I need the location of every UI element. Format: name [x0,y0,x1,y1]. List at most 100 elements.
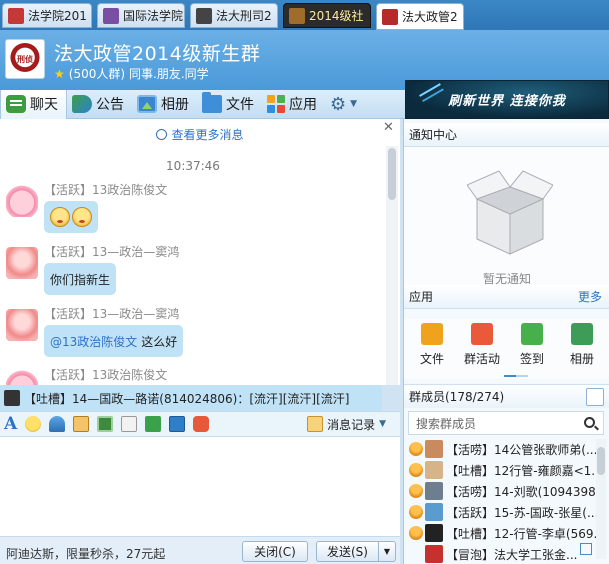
message-history-button[interactable]: 消息记录 ▼ [307,416,386,433]
avatar[interactable] [6,309,38,341]
avatar[interactable] [6,247,38,279]
members-scrollbar[interactable] [596,439,606,559]
gear-icon: ⚙ [330,93,347,115]
font-icon[interactable]: A [4,415,17,433]
group-name[interactable]: 法大政管2014级新生群 [54,39,260,66]
tab-album[interactable]: 相册 [132,90,197,119]
admin-icon [409,463,423,477]
screenshot-icon[interactable] [169,416,186,432]
group-info: ★ (500人群) 同事.朋友.同学 [54,65,209,82]
sender-name[interactable]: 【活跃】13政治陈俊文 [44,366,167,383]
input-toolbar: A 消息记录 ▼ [0,411,400,437]
ad-banner[interactable]: 刷新世界 连接你我 [405,80,609,119]
gift-icon[interactable] [193,416,210,432]
chat-icon [6,95,26,113]
tab-notice[interactable]: 公告 [67,90,132,119]
member-item[interactable]: 【冒泡】法大学工张金... [409,544,599,564]
doodle-icon[interactable] [73,416,90,432]
sender-name[interactable]: 【活跃】13—政治—窦鸿 [44,243,179,260]
apps-header: 应用 更多 [404,285,609,309]
flag-icon [471,323,493,345]
chat-scrollbar[interactable] [386,146,398,385]
scrollbar-thumb[interactable] [388,148,396,200]
admin-icon [409,442,423,456]
avatar[interactable] [6,370,38,385]
tab-law-school[interactable]: 法学院201 [2,3,92,28]
tab-apps[interactable]: 应用 [262,90,325,119]
close-icon[interactable]: ✕ [383,120,394,135]
send-button[interactable]: 发送(S) [316,541,378,562]
member-search-button[interactable] [586,388,604,406]
latest-message-bar[interactable]: 【吐槽】14—国政—路诺(814024806)：[流汗][流汗][流汗] [0,385,382,411]
app-album[interactable]: 相册 [564,319,600,379]
member-name: 【活唠】14公管张歌师弟(... [446,442,598,457]
music-icon[interactable] [145,416,162,432]
group-logo[interactable]: 刑侦 [5,39,45,79]
group-avatar-icon [382,8,398,25]
mention-link[interactable]: @13政治陈俊文 [50,333,137,350]
member-name: 【活跃】15-苏-国政-张星(... [446,505,599,520]
edit-icon[interactable] [580,543,592,555]
sender-name[interactable]: 【活跃】13—政治—窦鸿 [44,305,179,322]
settings-button[interactable]: ⚙ ▼ [325,90,365,119]
tab-apps-label: 应用 [289,97,317,113]
latest-message-text: 【吐槽】14—国政—路诺(814024806)：[流汗][流汗][流汗] [24,391,350,406]
group-tags: 同事.朋友.同学 [129,67,209,81]
avatar [425,482,443,500]
member-item[interactable]: 【吐槽】12-行管-李卓(569... [409,523,599,543]
folder-icon [202,92,222,113]
view-more-messages-link[interactable]: 查看更多消息 [0,126,400,143]
page-indicator [504,375,516,377]
message-text: 你们指新生 [50,272,111,287]
tab-files[interactable]: 文件 [197,90,262,119]
member-item[interactable]: 【活唠】14公管张歌师弟(... [409,439,599,459]
group-size: (500人群) [68,67,126,81]
search-placeholder: 搜索群成员 [416,416,477,431]
scrollbar-thumb[interactable] [597,447,605,475]
shake-icon[interactable] [49,416,66,432]
avatar [425,440,443,458]
avatar[interactable] [6,185,38,217]
message-bubble [44,201,98,233]
ad-link[interactable]: 阿迪达斯，限量秒杀，27元起 [6,545,165,562]
document-icon[interactable] [121,416,138,432]
admin-icon [409,484,423,498]
tab-label: 法大政管2 [402,10,458,24]
group-avatar-icon [8,7,24,24]
group-avatar-icon [289,7,305,24]
app-check-in[interactable]: 签到 [514,319,550,379]
member-item[interactable]: 【吐槽】12行管-雍颜嘉<1... [409,460,599,480]
close-button[interactable]: 关闭(C) [242,541,308,562]
image-icon[interactable] [97,416,114,432]
sender-name[interactable]: 【活跃】13政治陈俊文 [44,181,167,198]
message-bubble: 你们指新生 [44,263,117,295]
folder-icon [421,323,443,345]
avatar [4,390,20,406]
apps-more-link[interactable]: 更多 [578,288,602,305]
send-options-button[interactable]: ▼ [378,541,396,562]
tab-chat[interactable]: 聊天 [0,89,67,119]
app-files[interactable]: 文件 [414,319,450,379]
member-search-input[interactable]: 搜索群成员 [408,411,604,435]
member-name: 【吐槽】12-行管-李卓(569... [446,526,599,541]
app-group-activity[interactable]: 群活动 [464,319,500,379]
tab-intl-law[interactable]: 国际法学院 [97,3,185,28]
message-input[interactable] [0,437,400,536]
group-avatar-icon [196,7,212,24]
group-avatar-icon [103,7,119,24]
member-item[interactable]: 【活唠】14-刘歌(1094398... [409,481,599,501]
app-label: 相册 [569,352,594,366]
side-panel: 通知中心 暂无通知 应用 更多 文件 群活动 签到 相册 群成员(178/274… [403,119,609,564]
avatar [425,503,443,521]
emoji-picker-icon[interactable] [25,416,42,432]
chevron-down-icon: ▼ [379,419,386,429]
tab-2014-society[interactable]: 2014级社 [283,3,371,28]
chevron-down-icon: ▼ [383,547,391,556]
members-title: 群成员(178/274) [409,390,505,404]
tab-politics-admin[interactable]: 法大政管2 [376,3,464,30]
admin-icon [409,526,423,540]
notice-center-header: 通知中心 [404,123,609,147]
apps-grid-icon [267,95,285,113]
member-item[interactable]: 【活跃】15-苏-国政-张星(... [409,502,599,522]
tab-criminal-law[interactable]: 法大刑司2 [190,3,278,28]
